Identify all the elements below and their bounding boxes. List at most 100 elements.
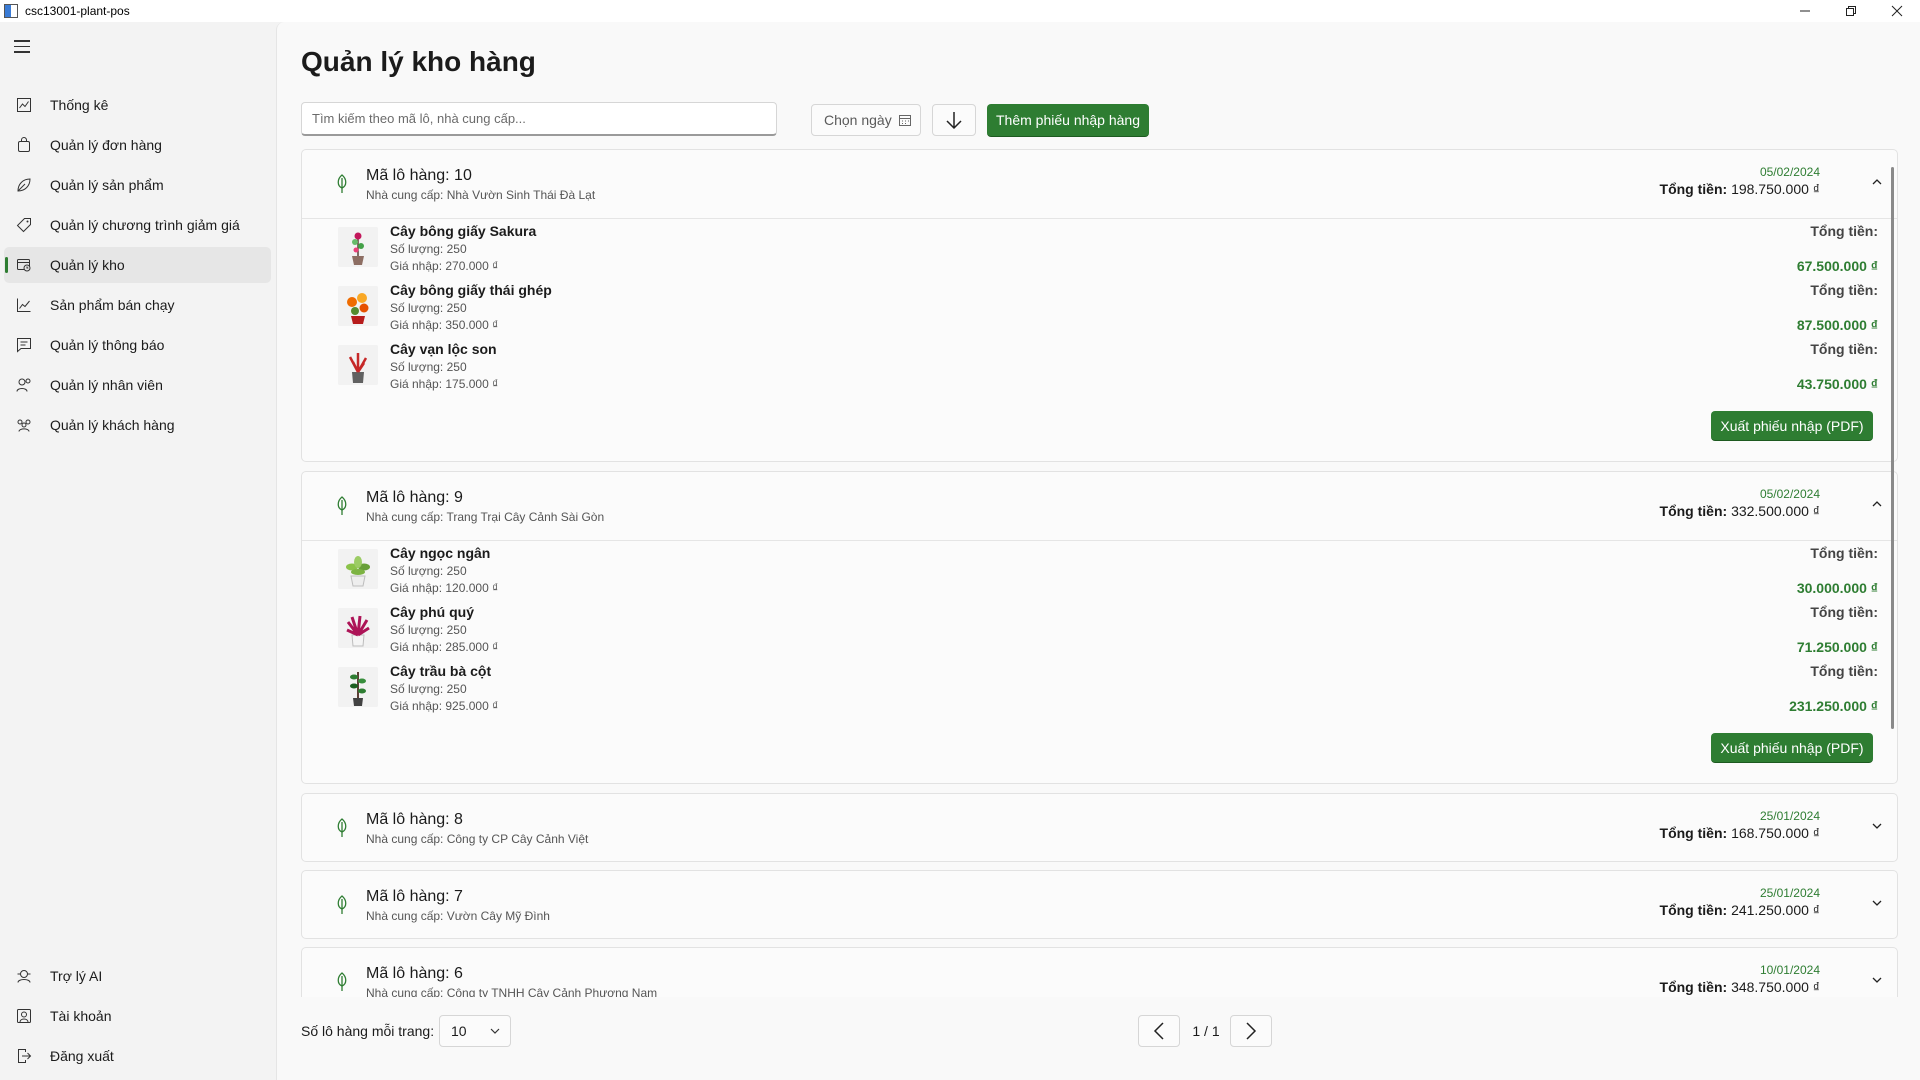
batch-code: Mã lô hàng: 7 — [366, 888, 463, 905]
restore-button[interactable] — [1828, 0, 1874, 22]
batch-card: Mã lô hàng: 10 Nhà cung cấp: Nhà Vườn Si… — [301, 149, 1898, 462]
item-total-value: 30.000.000 ₫ — [1796, 580, 1878, 596]
leaf-icon — [337, 818, 347, 837]
batch-header[interactable]: Mã lô hàng: 8 Nhà cung cấp: Công ty CP C… — [302, 794, 1897, 862]
batch-total-value: 348.750.000 ₫ — [1731, 979, 1820, 995]
sidebar-item-logout[interactable]: Đăng xuất — [4, 1038, 271, 1074]
export-pdf-button[interactable]: Xuất phiếu nhập (PDF) — [1711, 411, 1873, 441]
page-title: Quản lý kho hàng — [301, 46, 536, 77]
batch-item: Cây trầu bà cột Số lượng: 250 Giá nhập: … — [302, 659, 1897, 718]
product-thumbnail — [338, 667, 378, 707]
sidebar-item-notifications[interactable]: Quản lý thông báo — [4, 327, 271, 363]
sidebar-item-employees[interactable]: Quản lý nhân viên — [4, 367, 271, 403]
date-picker[interactable]: Chọn ngày — [811, 104, 921, 136]
batch-code: Mã lô hàng: 10 — [366, 167, 472, 184]
item-total-value: 71.250.000 ₫ — [1796, 639, 1878, 655]
batch-supplier: Nhà cung cấp: Nhà Vườn Sinh Thái Đà Lạt — [366, 188, 596, 202]
item-total-label: Tổng tiền: — [1810, 545, 1878, 561]
account-icon — [16, 1008, 32, 1024]
bag-icon — [16, 137, 32, 153]
product-name: Cây ngọc ngân — [390, 545, 491, 561]
batch-card: Mã lô hàng: 7 Nhà cung cấp: Vườn Cây Mỹ … — [301, 870, 1898, 939]
per-page-value: 10 — [451, 1023, 467, 1039]
leaf-icon — [337, 895, 347, 914]
sidebar-item-ai-assistant[interactable]: Trợ lý AI — [4, 958, 271, 994]
sidebar-item-account[interactable]: Tài khoản — [4, 998, 271, 1034]
product-quantity: Số lượng: 250 — [390, 242, 467, 256]
sidebar-item-discounts[interactable]: Quản lý chương trình giảm giá — [4, 207, 271, 243]
chevron-up-icon[interactable] — [1871, 176, 1883, 188]
chart-icon — [16, 97, 32, 113]
batch-header[interactable]: Mã lô hàng: 7 Nhà cung cấp: Vườn Cây Mỹ … — [302, 871, 1897, 939]
sidebar-item-warehouse[interactable]: Quản lý kho — [4, 247, 271, 283]
close-button[interactable] — [1874, 0, 1920, 22]
batch-item: Cây ngọc ngân Số lượng: 250 Giá nhập: 12… — [302, 541, 1897, 600]
batch-body: Cây ngọc ngân Số lượng: 250 Giá nhập: 12… — [302, 540, 1897, 763]
sidebar-item-label: Thống kê — [50, 97, 109, 113]
batch-total-value: 198.750.000 ₫ — [1731, 181, 1820, 197]
sort-button[interactable] — [932, 104, 976, 136]
item-total-label: Tổng tiền: — [1810, 341, 1878, 357]
add-import-button[interactable]: Thêm phiếu nhập hàng — [987, 104, 1149, 137]
batch-header[interactable]: Mã lô hàng: 9 Nhà cung cấp: Trang Trại C… — [302, 472, 1897, 540]
per-page-label: Số lô hàng mỗi trang: — [301, 1023, 435, 1039]
per-page-select[interactable]: 10 — [439, 1015, 511, 1047]
hamburger-menu-icon[interactable] — [14, 40, 34, 56]
sidebar-item-label: Sản phẩm bán chạy — [50, 297, 175, 313]
batch-header[interactable]: Mã lô hàng: 10 Nhà cung cấp: Nhà Vườn Si… — [302, 150, 1897, 218]
export-pdf-button[interactable]: Xuất phiếu nhập (PDF) — [1711, 733, 1873, 763]
app-icon — [4, 4, 18, 18]
chevron-up-icon[interactable] — [1871, 498, 1883, 510]
batch-card: Mã lô hàng: 9 Nhà cung cấp: Trang Trại C… — [301, 471, 1898, 784]
chevron-down-icon[interactable] — [1871, 820, 1883, 832]
batch-total: Tổng tiền: 348.750.000 ₫ — [1660, 979, 1820, 995]
product-quantity: Số lượng: 250 — [390, 360, 467, 374]
leaf-icon — [337, 496, 347, 515]
batch-supplier: Nhà cung cấp: Công ty TNHH Cây Cảnh Phươ… — [366, 986, 658, 997]
batch-total-value: 241.250.000 ₫ — [1731, 902, 1820, 918]
batch-item: Cây bông giấy Sakura Số lượng: 250 Giá n… — [302, 219, 1897, 278]
sidebar-item-label: Quản lý thông báo — [50, 337, 165, 353]
customers-icon — [16, 417, 32, 433]
batch-header[interactable]: Mã lô hàng: 6 Nhà cung cấp: Công ty TNHH… — [302, 948, 1897, 997]
batch-total-label: Tổng tiền: — [1659, 503, 1728, 519]
item-total-value: 231.250.000 ₫ — [1789, 698, 1878, 714]
product-import-price: Giá nhập: 120.000 ₫ — [390, 581, 499, 595]
next-page-button[interactable] — [1230, 1015, 1272, 1047]
chevron-right-icon — [1246, 1022, 1257, 1040]
batch-list: Mã lô hàng: 10 Nhà cung cấp: Nhà Vườn Si… — [301, 149, 1898, 997]
restore-icon — [1846, 6, 1856, 16]
scrollbar[interactable] — [1891, 167, 1894, 729]
sidebar-item-label: Quản lý nhân viên — [50, 377, 163, 393]
batch-code: Mã lô hàng: 6 — [366, 965, 463, 982]
arrow-down-icon — [946, 112, 962, 130]
sidebar-item-bestsellers[interactable]: Sản phẩm bán chạy — [4, 287, 271, 323]
sidebar-item-statistics[interactable]: Thống kê — [4, 87, 271, 123]
sidebar-item-customers[interactable]: Quản lý khách hàng — [4, 407, 271, 443]
item-total-value: 43.750.000 ₫ — [1796, 376, 1878, 392]
item-total-value: 87.500.000 ₫ — [1796, 317, 1878, 333]
product-thumbnail — [338, 345, 378, 385]
search-input[interactable] — [301, 102, 777, 136]
main-content: Quản lý kho hàng Chọn ngày Thêm phiếu nh… — [276, 22, 1920, 1080]
product-import-price: Giá nhập: 175.000 ₫ — [390, 377, 499, 391]
sidebar: Thống kê Quản lý đơn hàng Quản lý sản ph… — [0, 22, 276, 1080]
sidebar-item-orders[interactable]: Quản lý đơn hàng — [4, 127, 271, 163]
page-indicator: 1 / 1 — [1192, 1023, 1220, 1039]
notification-icon — [16, 337, 32, 353]
close-icon — [1891, 5, 1903, 17]
chevron-down-icon[interactable] — [1871, 974, 1883, 986]
batch-item: Cây phú quý Số lượng: 250 Giá nhập: 285.… — [302, 600, 1897, 659]
product-quantity: Số lượng: 250 — [390, 564, 467, 578]
batch-code: Mã lô hàng: 9 — [366, 489, 463, 506]
batch-code: Mã lô hàng: 8 — [366, 811, 463, 828]
batch-date: 05/02/2024 — [1759, 165, 1820, 179]
plant-icon — [16, 177, 32, 193]
window-controls — [1782, 0, 1920, 22]
leaf-icon — [337, 972, 347, 991]
sidebar-item-products[interactable]: Quản lý sản phẩm — [4, 167, 271, 203]
chevron-down-icon[interactable] — [1871, 897, 1883, 909]
batch-date: 10/01/2024 — [1759, 963, 1820, 977]
previous-page-button[interactable] — [1138, 1015, 1180, 1047]
minimize-button[interactable] — [1782, 0, 1828, 22]
